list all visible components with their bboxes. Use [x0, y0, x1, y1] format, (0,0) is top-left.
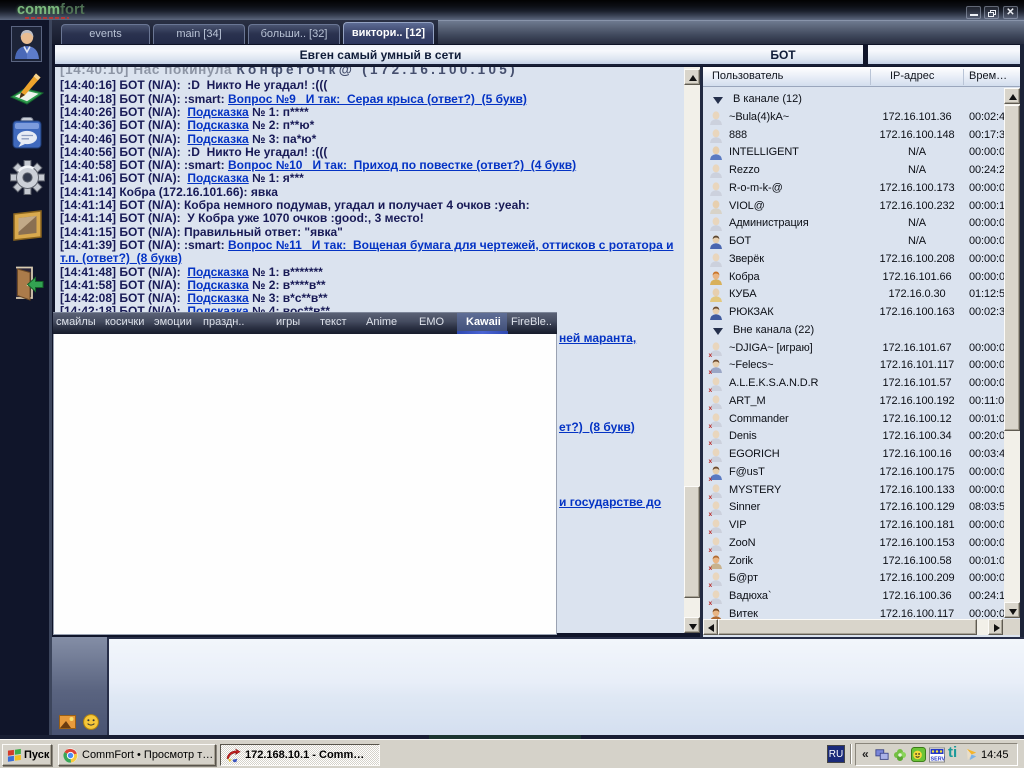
svg-text:x: x [709, 494, 713, 499]
svg-text:x: x [709, 369, 713, 374]
svg-text:x: x [709, 600, 713, 605]
svg-text:x: x [709, 440, 713, 445]
svg-text:x: x [709, 547, 713, 552]
svg-text:x: x [709, 511, 713, 516]
svg-text:x: x [709, 458, 713, 463]
svg-text:x: x [709, 387, 713, 392]
svg-text:x: x [709, 423, 713, 428]
svg-text:SERV: SERV [931, 757, 946, 763]
svg-text:x: x [709, 565, 713, 570]
svg-text:x: x [709, 352, 713, 357]
svg-text:x: x [709, 476, 713, 481]
svg-text:x: x [709, 405, 713, 410]
svg-text:x: x [709, 529, 713, 534]
svg-text:x: x [709, 582, 713, 587]
